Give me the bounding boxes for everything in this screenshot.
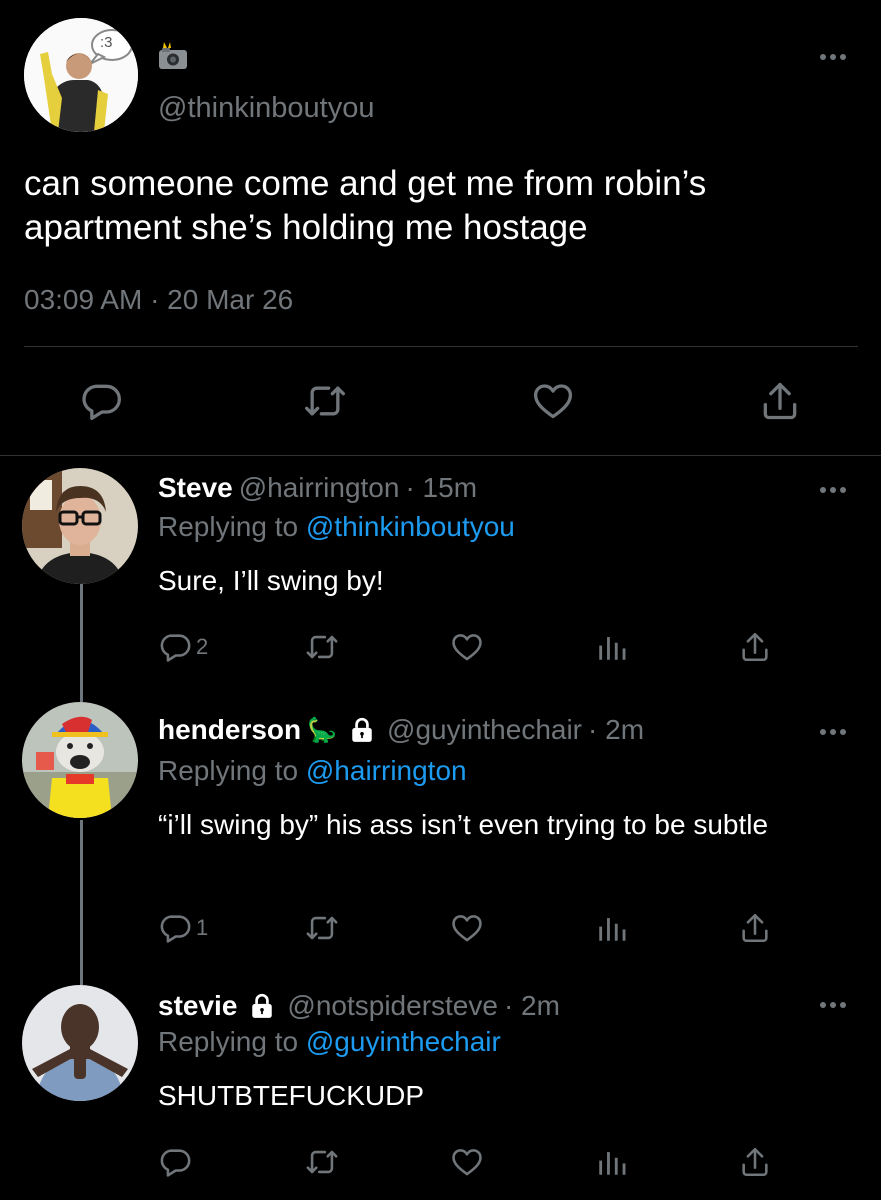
reply-more-icon[interactable] xyxy=(818,1000,848,1010)
share-button[interactable] xyxy=(738,1145,772,1179)
reply-header: Steve @hairrington · 15m xyxy=(158,472,477,504)
main-timestamp[interactable]: 03:09 AM · 20 Mar 26 xyxy=(24,284,293,316)
reply-author-handle[interactable]: @notspidersteve xyxy=(287,990,498,1022)
camera-flash-icon xyxy=(158,42,188,70)
reply-text: “i’ll swing by” his ass isn’t even tryin… xyxy=(158,809,769,840)
main-reply-button[interactable] xyxy=(79,379,123,423)
reply-button[interactable]: 2 xyxy=(158,630,208,664)
reply-author-handle[interactable]: @hairrington xyxy=(239,472,400,504)
like-button[interactable] xyxy=(450,1145,484,1179)
analytics-icon[interactable] xyxy=(595,1145,629,1179)
reply-author-name[interactable]: Steve xyxy=(158,472,233,504)
reply-avatar-steve[interactable] xyxy=(22,468,138,584)
replying-to-label: Replying to xyxy=(158,1026,299,1057)
reply-button[interactable]: 1 xyxy=(158,911,208,945)
retweet-button[interactable] xyxy=(305,1145,339,1179)
thread-line xyxy=(80,584,83,702)
main-handle[interactable]: @thinkinboutyou xyxy=(158,92,374,125)
reply-avatar-henderson[interactable] xyxy=(22,702,138,818)
reply-header: henderson 🦕 @guyinthechair · 2m xyxy=(158,714,644,746)
reply-time[interactable]: · 15m xyxy=(405,472,477,504)
reply-button[interactable] xyxy=(158,1145,196,1179)
replying-to-link[interactable]: @guyinthechair xyxy=(306,1026,501,1057)
main-tweet-text: can someone come and get me from robin’s… xyxy=(24,164,707,247)
main-like-button[interactable] xyxy=(531,379,575,423)
dinosaur-emoji: 🦕 xyxy=(307,716,338,744)
reply-more-icon[interactable] xyxy=(818,727,848,737)
main-share-button[interactable] xyxy=(758,379,802,423)
main-more-icon[interactable] xyxy=(818,52,848,62)
reply-text: SHUTBTEFUCKUDP xyxy=(158,1080,425,1111)
replying-to-link[interactable]: @hairrington xyxy=(306,755,467,786)
replying-to-line: Replying to @hairrington xyxy=(158,755,467,787)
reply-header: stevie @notspidersteve · 2m xyxy=(158,990,560,1022)
like-button[interactable] xyxy=(450,911,484,945)
avatar-bubble-text: :3 xyxy=(100,34,113,51)
replying-to-line: Replying to @guyinthechair xyxy=(158,1026,501,1058)
replying-to-line: Replying to @thinkinboutyou xyxy=(158,511,515,543)
like-button[interactable] xyxy=(450,630,484,664)
analytics-icon[interactable] xyxy=(595,911,629,945)
retweet-button[interactable] xyxy=(305,630,339,664)
retweet-button[interactable] xyxy=(305,911,339,945)
replying-to-link[interactable]: @thinkinboutyou xyxy=(306,511,515,542)
reply-avatar-stevie[interactable] xyxy=(22,985,138,1101)
reply-count: 2 xyxy=(196,634,209,659)
reply-time[interactable]: · 2m xyxy=(588,714,644,746)
replying-to-label: Replying to xyxy=(158,511,299,542)
reply-more-icon[interactable] xyxy=(818,485,848,495)
section-divider xyxy=(0,455,881,456)
lock-icon xyxy=(249,993,275,1019)
reply-text: Sure, I’ll swing by! xyxy=(158,565,384,596)
lock-icon xyxy=(349,717,375,743)
reply-count: 1 xyxy=(196,915,209,940)
reply-author-name[interactable]: henderson xyxy=(158,714,301,746)
thread-line xyxy=(80,820,83,985)
replying-to-label: Replying to xyxy=(158,755,299,786)
main-avatar[interactable]: :3 xyxy=(24,18,138,132)
reply-time[interactable]: · 2m xyxy=(504,990,560,1022)
main-retweet-button[interactable] xyxy=(303,379,347,423)
share-button[interactable] xyxy=(738,911,772,945)
reply-author-handle[interactable]: @guyinthechair xyxy=(387,714,582,746)
analytics-icon[interactable] xyxy=(595,630,629,664)
share-button[interactable] xyxy=(738,630,772,664)
main-divider xyxy=(24,346,858,347)
reply-author-name[interactable]: stevie xyxy=(158,990,237,1022)
